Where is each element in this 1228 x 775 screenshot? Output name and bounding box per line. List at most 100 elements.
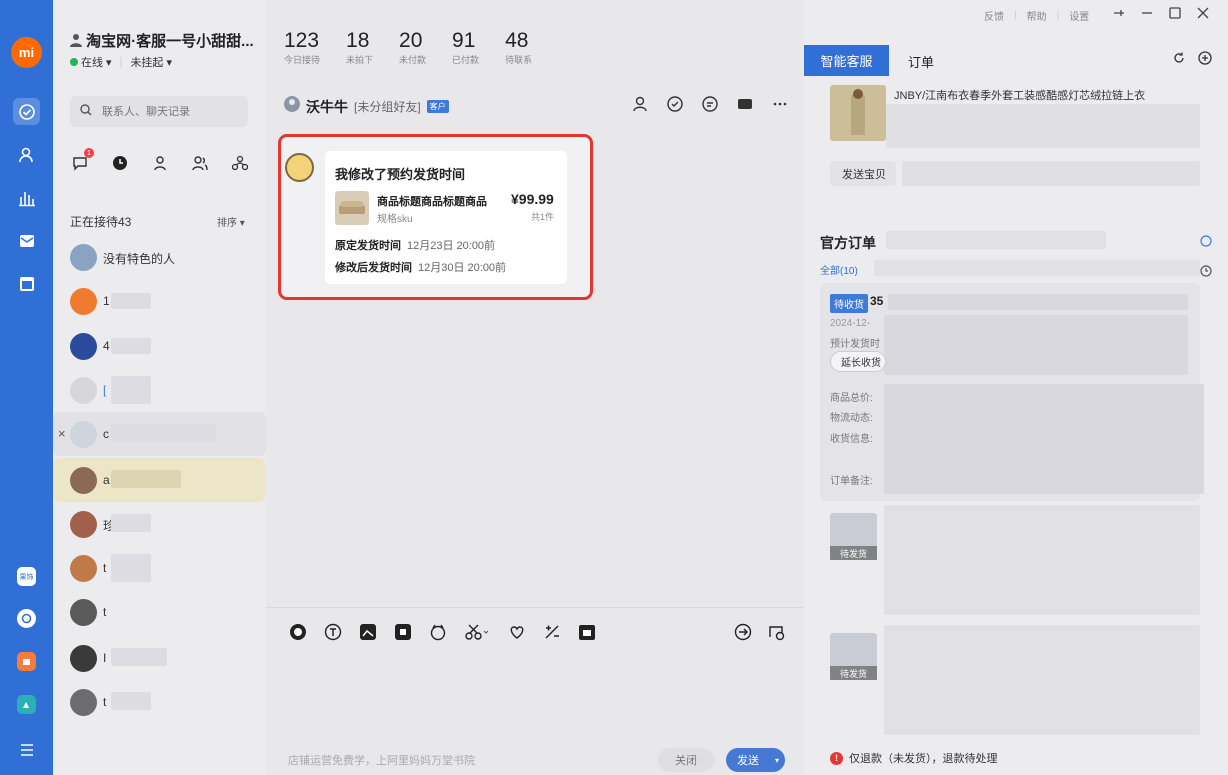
- delivery-change-card[interactable]: 我修改了预约发货时间 商品标题商品标题商品 规格sku ¥99.99 共1件 原…: [325, 151, 567, 284]
- extend-receipt-button[interactable]: 延长收货: [830, 351, 886, 372]
- message-input[interactable]: 店铺运营免费学，上阿里妈妈万堂书院: [288, 752, 475, 768]
- chart-nav-icon[interactable]: [13, 184, 40, 211]
- chevron-down-icon[interactable]: ▾: [775, 756, 779, 765]
- text-format-icon[interactable]: [323, 622, 342, 641]
- list-item[interactable]: 1: [53, 279, 266, 323]
- comment-icon[interactable]: [700, 94, 719, 113]
- list-item[interactable]: [: [53, 368, 266, 412]
- contact-name: t: [103, 561, 107, 575]
- history-icon[interactable]: [766, 622, 785, 641]
- unread-badge: 1: [84, 148, 94, 158]
- stat-today[interactable]: 123 今日接待: [284, 30, 320, 66]
- filter-groups[interactable]: [190, 153, 210, 173]
- warning-icon: !: [830, 751, 843, 765]
- right-tabs: 智能客服 订单: [804, 43, 1228, 76]
- list-item[interactable]: a: [53, 458, 266, 502]
- mail-nav-icon[interactable]: [13, 227, 40, 254]
- order-date: 2024-12-: [830, 318, 871, 329]
- clock-icon[interactable]: [1200, 264, 1212, 282]
- filter-contacts[interactable]: [150, 153, 170, 173]
- stat-to-contact[interactable]: 48 待联系: [505, 30, 532, 66]
- emoji-icon[interactable]: [288, 622, 307, 641]
- more-icon[interactable]: [770, 94, 789, 113]
- online-status[interactable]: 在线 ▾: [70, 54, 112, 70]
- list-item[interactable]: × c: [53, 412, 266, 456]
- feedback-link[interactable]: 反馈: [984, 8, 1004, 23]
- close-icon[interactable]: ×: [58, 426, 66, 441]
- close-button[interactable]: 关闭: [658, 748, 714, 772]
- list-item[interactable]: 珍: [53, 502, 266, 546]
- tab-smart-service[interactable]: 智能客服: [804, 45, 889, 76]
- info-label: 收货信息:: [830, 434, 873, 445]
- product-title[interactable]: JNBY/江南布衣春季外套工装感酷感灯芯绒拉链上衣: [894, 87, 1145, 103]
- sort-dropdown[interactable]: 排序 ▾: [217, 214, 245, 229]
- minimize-icon[interactable]: [1140, 6, 1154, 25]
- image-icon[interactable]: [358, 622, 377, 641]
- settings-link[interactable]: 设置: [1069, 8, 1089, 23]
- app-shortcut-1[interactable]: 果饰: [17, 567, 36, 586]
- hold-status[interactable]: 未挂起 ▾: [130, 54, 172, 70]
- list-item[interactable]: t: [53, 680, 266, 724]
- info-label: 订单备注:: [830, 476, 873, 487]
- filter-messages[interactable]: 1: [70, 148, 94, 173]
- all-orders-filter[interactable]: 全部(10): [820, 262, 858, 277]
- list-item[interactable]: t: [53, 546, 266, 590]
- list-item[interactable]: 没有特色的人: [53, 235, 266, 279]
- chat-nav-icon[interactable]: [13, 98, 40, 125]
- discount-icon[interactable]: [542, 622, 561, 641]
- order-item-image[interactable]: 待发货: [830, 633, 877, 680]
- order-item-status: 待发货: [830, 666, 877, 680]
- avatar: [70, 288, 97, 315]
- product-thumbnail: [335, 191, 369, 225]
- close-window-icon[interactable]: [1196, 6, 1210, 25]
- send-button[interactable]: 发送 ▾: [726, 748, 785, 772]
- avatar: [70, 599, 97, 626]
- refresh-icon[interactable]: [1172, 51, 1186, 70]
- pin-icon[interactable]: [1112, 6, 1126, 25]
- stat-unpaid[interactable]: 20 未付款: [399, 30, 426, 66]
- menu-icon[interactable]: [13, 736, 40, 763]
- info-label: 物流动态:: [830, 413, 873, 424]
- contact-name: [: [103, 383, 107, 397]
- card-title: 我修改了预约发货时间: [335, 167, 466, 182]
- product-image[interactable]: [830, 85, 886, 141]
- filter-org[interactable]: [230, 153, 250, 173]
- order-item-image[interactable]: 待发货: [830, 513, 877, 560]
- heart-icon[interactable]: [507, 622, 526, 641]
- stat-not-ordered[interactable]: 18 未拍下: [346, 30, 373, 66]
- check-circle-icon[interactable]: [665, 94, 684, 113]
- help-link[interactable]: 帮助: [1027, 8, 1047, 23]
- stat-paid[interactable]: 91 已付款: [452, 30, 479, 66]
- contact-name: 没有特色的人: [103, 252, 176, 266]
- order-side-tools: [1200, 234, 1212, 282]
- sync-icon[interactable]: [1200, 234, 1212, 252]
- calendar-icon[interactable]: [577, 622, 596, 641]
- info-label: 商品总价:: [830, 393, 873, 404]
- user-profile-icon[interactable]: [630, 94, 649, 113]
- product-price: ¥99.99: [511, 191, 554, 207]
- tab-orders[interactable]: 订单: [908, 52, 934, 71]
- list-item[interactable]: t: [53, 590, 266, 634]
- app-shortcut-2[interactable]: [17, 609, 36, 628]
- list-item[interactable]: I: [53, 636, 266, 680]
- video-icon[interactable]: [735, 94, 754, 113]
- product-sku: 规格sku: [377, 214, 413, 225]
- send-product-button[interactable]: 发送宝贝: [830, 161, 896, 186]
- refund-notice[interactable]: ! 仅退款（未发货），退款待处理: [830, 750, 998, 766]
- input-toolbar: [288, 622, 596, 641]
- scissors-icon[interactable]: [463, 622, 491, 641]
- layout-nav-icon[interactable]: [13, 270, 40, 297]
- user-nav-icon[interactable]: [13, 141, 40, 168]
- contact-search[interactable]: [70, 96, 248, 127]
- transfer-icon[interactable]: [733, 622, 752, 641]
- screenshot-icon[interactable]: [393, 622, 412, 641]
- app-shortcut-3[interactable]: [17, 652, 36, 671]
- add-icon[interactable]: [1198, 51, 1212, 70]
- original-ship-time: 原定发货时间 12月23日 20:00前: [335, 240, 496, 252]
- maximize-icon[interactable]: [1168, 6, 1182, 25]
- app-shortcut-4[interactable]: [17, 695, 36, 714]
- sticker-icon[interactable]: [428, 622, 447, 641]
- search-input[interactable]: [102, 105, 242, 118]
- list-item[interactable]: 4: [53, 324, 266, 368]
- filter-recent[interactable]: [110, 153, 130, 173]
